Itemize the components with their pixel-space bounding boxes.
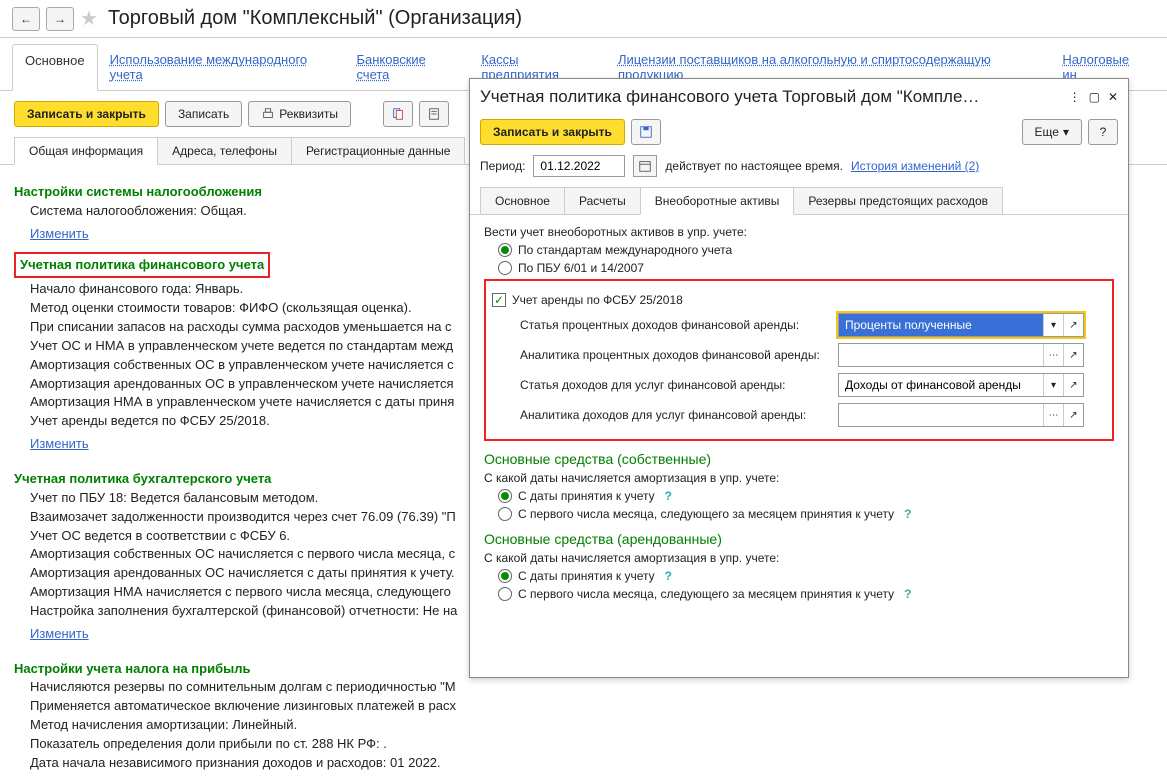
nav-back-button[interactable]: ← — [12, 7, 40, 31]
subtab-reg[interactable]: Регистрационные данные — [291, 137, 465, 164]
save-button[interactable]: Записать — [165, 101, 242, 127]
f2-open[interactable]: ↗ — [1063, 344, 1083, 366]
help-icon[interactable]: ? — [904, 587, 911, 601]
calendar-icon — [638, 159, 652, 173]
profit-l2: Применяется автоматическое включение лиз… — [30, 697, 1153, 716]
own-radio1[interactable] — [498, 489, 512, 503]
f3-combo[interactable]: ▾ ↗ — [838, 373, 1084, 397]
history-link[interactable]: История изменений (2) — [851, 159, 979, 173]
radio-pbu-label: По ПБУ 6/01 и 14/2007 — [518, 261, 644, 275]
f2-combo[interactable]: ⋯ ↗ — [838, 343, 1084, 367]
rent-radio2-label: С первого числа месяца, следующего за ме… — [518, 587, 894, 601]
own-radio1-label: С даты принятия к учету — [518, 489, 655, 503]
fin-policy-dialog: Учетная политика финансового учета Торго… — [469, 78, 1129, 678]
f3-dropdown[interactable]: ▾ — [1043, 374, 1063, 396]
f2-input[interactable] — [839, 344, 1043, 366]
f1-combo[interactable]: ▾ ↗ — [838, 313, 1084, 337]
f4-combo[interactable]: ⋯ ↗ — [838, 403, 1084, 427]
period-label: Период: — [480, 159, 525, 173]
dialog-close-icon[interactable]: ✕ — [1108, 90, 1118, 104]
subtab-address[interactable]: Адреса, телефоны — [157, 137, 292, 164]
own-radio2-label: С первого числа месяца, следующего за ме… — [518, 507, 894, 521]
profit-l5: Дата начала независимого признания доход… — [30, 754, 1153, 773]
popup-tab-assets[interactable]: Внеоборотные активы — [640, 187, 795, 215]
buh-change-link[interactable]: Изменить — [30, 625, 89, 644]
help-icon[interactable]: ? — [665, 489, 672, 503]
lease-checkbox[interactable]: ✓ — [492, 293, 506, 307]
f1-input[interactable] — [839, 314, 1043, 336]
page-title: Торговый дом "Комплексный" (Организация) — [108, 7, 522, 30]
radio-pbu[interactable] — [498, 261, 512, 275]
help-icon[interactable]: ? — [904, 507, 911, 521]
dialog-title: Учетная политика финансового учета Торго… — [480, 87, 1069, 107]
fin-section-header: Учетная политика финансового учета — [20, 257, 264, 272]
rent-prompt: С какой даты начисляется амортизация в у… — [484, 551, 1114, 565]
popup-tab-reserves[interactable]: Резервы предстоящих расходов — [793, 187, 1003, 214]
calendar-button[interactable] — [633, 155, 657, 177]
rekvizity-button[interactable]: Реквизиты — [248, 101, 351, 127]
popup-tab-main[interactable]: Основное — [480, 187, 565, 214]
dialog-save-icon-button[interactable] — [631, 119, 661, 145]
rent-radio1[interactable] — [498, 569, 512, 583]
profit-l1: Начисляются резервы по сомнительным долг… — [30, 678, 1153, 697]
lease-check-label: Учет аренды по ФСБУ 25/2018 — [512, 293, 683, 307]
attach-button[interactable] — [383, 101, 413, 127]
f4-open[interactable]: ↗ — [1063, 404, 1083, 426]
lease-frame: ✓ Учет аренды по ФСБУ 25/2018 Статья про… — [484, 279, 1114, 441]
f3-input[interactable] — [839, 374, 1043, 396]
nav-fwd-button[interactable]: → — [46, 7, 74, 31]
rent-header: Основные средства (арендованные) — [484, 531, 1114, 547]
f4-input[interactable] — [839, 404, 1043, 426]
f4-dropdown[interactable]: ⋯ — [1043, 404, 1063, 426]
period-input[interactable] — [533, 155, 625, 177]
own-prompt: С какой даты начисляется амортизация в у… — [484, 471, 1114, 485]
rekvizity-label: Реквизиты — [279, 107, 338, 121]
f4-label: Аналитика доходов для услуг финансовой а… — [520, 408, 830, 422]
assets-prompt: Вести учет внеоборотных активов в упр. у… — [484, 225, 1114, 239]
save-close-button[interactable]: Записать и закрыть — [14, 101, 159, 127]
tab-bank[interactable]: Банковские счета — [344, 44, 469, 90]
f1-label: Статья процентных доходов финансовой аре… — [520, 318, 830, 332]
chevron-down-icon: ▾ — [1063, 125, 1069, 139]
floppy-icon — [639, 125, 653, 139]
dialog-save-close-button[interactable]: Записать и закрыть — [480, 119, 625, 145]
radio-intl-label: По стандартам международного учета — [518, 243, 732, 257]
dialog-maximize-icon[interactable]: ▢ — [1089, 90, 1100, 104]
radio-intl[interactable] — [498, 243, 512, 257]
doc-copy-icon — [391, 107, 405, 121]
print-icon — [261, 107, 275, 121]
doc-icon — [427, 107, 441, 121]
report-button[interactable] — [419, 101, 449, 127]
f1-dropdown[interactable]: ▾ — [1043, 314, 1063, 336]
popup-tab-calc[interactable]: Расчеты — [564, 187, 641, 214]
favorite-star-icon[interactable]: ★ — [80, 6, 98, 31]
dialog-menu-icon[interactable]: ⋮ — [1069, 90, 1081, 104]
f3-label: Статья доходов для услуг финансовой арен… — [520, 378, 830, 392]
more-label: Еще — [1035, 125, 1059, 139]
f3-open[interactable]: ↗ — [1063, 374, 1083, 396]
own-radio2[interactable] — [498, 507, 512, 521]
f2-dropdown[interactable]: ⋯ — [1043, 344, 1063, 366]
dialog-more-button[interactable]: Еще ▾ — [1022, 119, 1082, 145]
tab-intl[interactable]: Использование международного учета — [98, 44, 345, 90]
subtab-general[interactable]: Общая информация — [14, 137, 158, 165]
f2-label: Аналитика процентных доходов финансовой … — [520, 348, 830, 362]
tax-change-link[interactable]: Изменить — [30, 225, 89, 244]
fin-change-link[interactable]: Изменить — [30, 435, 89, 454]
dialog-help-button[interactable]: ? — [1088, 119, 1118, 145]
rent-radio1-label: С даты принятия к учету — [518, 569, 655, 583]
own-header: Основные средства (собственные) — [484, 451, 1114, 467]
profit-l3: Метод начисления амортизации: Линейный. — [30, 716, 1153, 735]
profit-l4: Показатель определения доли прибыли по с… — [30, 735, 1153, 754]
rent-radio2[interactable] — [498, 587, 512, 601]
period-info: действует по настоящее время. — [665, 159, 843, 173]
f1-open[interactable]: ↗ — [1063, 314, 1083, 336]
tab-main[interactable]: Основное — [12, 44, 98, 91]
help-icon[interactable]: ? — [665, 569, 672, 583]
